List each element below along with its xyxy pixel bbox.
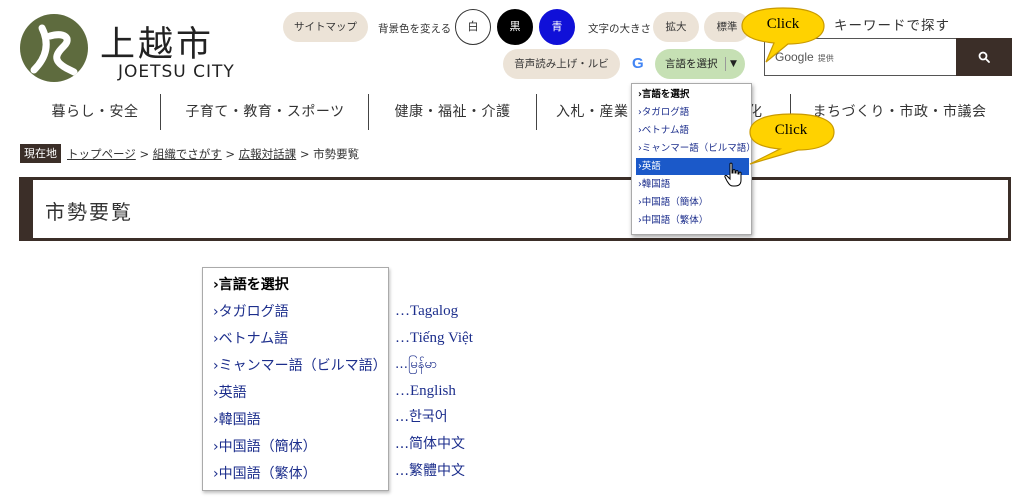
breadcrumb-link-pr-dept[interactable]: 広報対話課	[239, 147, 297, 161]
breadcrumb-current: 市勢要覧	[313, 147, 360, 161]
list-item: ›ベトナム語	[213, 331, 289, 347]
list-item: ›中国語（簡体）	[213, 439, 317, 455]
page-title: 市勢要覧	[45, 200, 133, 224]
logo-emblem-icon	[20, 14, 88, 82]
nav-item-health-welfare[interactable]: 健康・福祉・介護	[385, 92, 520, 132]
keyword-search-label: キーワードで探す	[834, 18, 950, 34]
list-item: ›中国語（繁体）	[213, 466, 317, 482]
translation-chinese-simplified: …简体中文	[395, 436, 465, 452]
nav-divider	[368, 94, 369, 130]
hand-pointer-icon	[724, 162, 744, 192]
city-logo[interactable]: 上越市 JOETSU CITY	[20, 14, 234, 84]
chevron-down-icon: ▼	[725, 57, 737, 71]
language-list-illustration: ›言語を選択 ›タガログ語 ›ベトナム語 ›ミャンマー語（ビルマ語） ›英語 ›…	[202, 267, 389, 491]
list-item: ›言語を選択	[213, 277, 289, 293]
search-button[interactable]	[956, 38, 1012, 76]
sitemap-button[interactable]: サイトマップ	[283, 12, 368, 42]
click-callout-top: Click	[738, 6, 828, 68]
background-color-label: 背景色を変える	[378, 23, 452, 35]
nav-item-living-safety[interactable]: 暮らし・安全	[40, 92, 150, 132]
logo-kanji: 上越市	[100, 25, 215, 65]
language-option-chinese-simplified[interactable]: ›中国語（簡体）	[636, 194, 749, 211]
voice-reading-button[interactable]: 音声読み上げ・ルビ	[503, 49, 620, 79]
language-option-vietnamese[interactable]: ›ベトナム語	[636, 122, 749, 139]
breadcrumb: トップページ > 組織でさがす > 広報対話課 > 市勢要覧	[67, 147, 360, 161]
language-select[interactable]: 言語を選択 ▼	[655, 49, 745, 79]
breadcrumb-current-badge: 現在地	[20, 144, 61, 163]
page-title-box: 市勢要覧	[19, 177, 1011, 241]
font-large-button[interactable]: 拡大	[653, 12, 699, 42]
logo-roman: JOETSU CITY	[118, 62, 235, 82]
list-item: ›ミャンマー語（ビルマ語）	[213, 358, 387, 374]
language-option-select[interactable]: ›言語を選択	[636, 86, 749, 103]
language-option-chinese-traditional[interactable]: ›中国語（繁体）	[636, 212, 749, 229]
nav-item-childcare-education[interactable]: 子育て・教育・スポーツ	[180, 92, 350, 132]
nav-divider	[536, 94, 537, 130]
click-callout-bottom: Click	[744, 112, 838, 172]
translation-chinese-traditional: …繁體中文	[395, 463, 465, 479]
translation-korean: …한국어	[395, 409, 448, 425]
translation-english: …English	[395, 383, 456, 399]
translation-vietnamese: …Tiếng Việt	[395, 330, 473, 346]
translation-burmese: …မြန်မာ	[395, 357, 438, 372]
language-select-label: 言語を選択	[665, 58, 718, 70]
bg-blue-button[interactable]: 青	[539, 9, 575, 45]
language-option-tagalog[interactable]: ›タガログ語	[636, 104, 749, 121]
global-nav: 暮らし・安全 子育て・教育・スポーツ 健康・福祉・介護 入札・産業 化 まちづく…	[0, 92, 1027, 132]
nav-divider	[160, 94, 161, 130]
google-g-icon: G	[632, 55, 644, 72]
nav-item-town-planning[interactable]: まちづくり・市政・市議会	[812, 92, 987, 132]
list-item: ›タガログ語	[213, 304, 289, 320]
bg-black-button[interactable]: 黒	[497, 9, 533, 45]
breadcrumb-link-top[interactable]: トップページ	[67, 147, 136, 161]
search-icon	[978, 51, 990, 63]
bg-white-button[interactable]: 白	[455, 9, 491, 45]
translation-tagalog: …Tagalog	[395, 303, 459, 319]
list-item: ›韓国語	[213, 412, 261, 428]
language-dropdown-menu: ›言語を選択 ›タガログ語 ›ベトナム語 ›ミャンマー語（ビルマ語） ›英語 ›…	[631, 83, 756, 235]
list-item: ›英語	[213, 385, 247, 401]
nav-item-bidding-industry[interactable]: 入札・産業	[556, 92, 636, 132]
language-option-burmese[interactable]: ›ミャンマー語（ビルマ語）	[636, 140, 756, 157]
breadcrumb-link-organization[interactable]: 組織でさがす	[153, 147, 222, 161]
font-size-label: 文字の大きさ	[588, 23, 651, 35]
